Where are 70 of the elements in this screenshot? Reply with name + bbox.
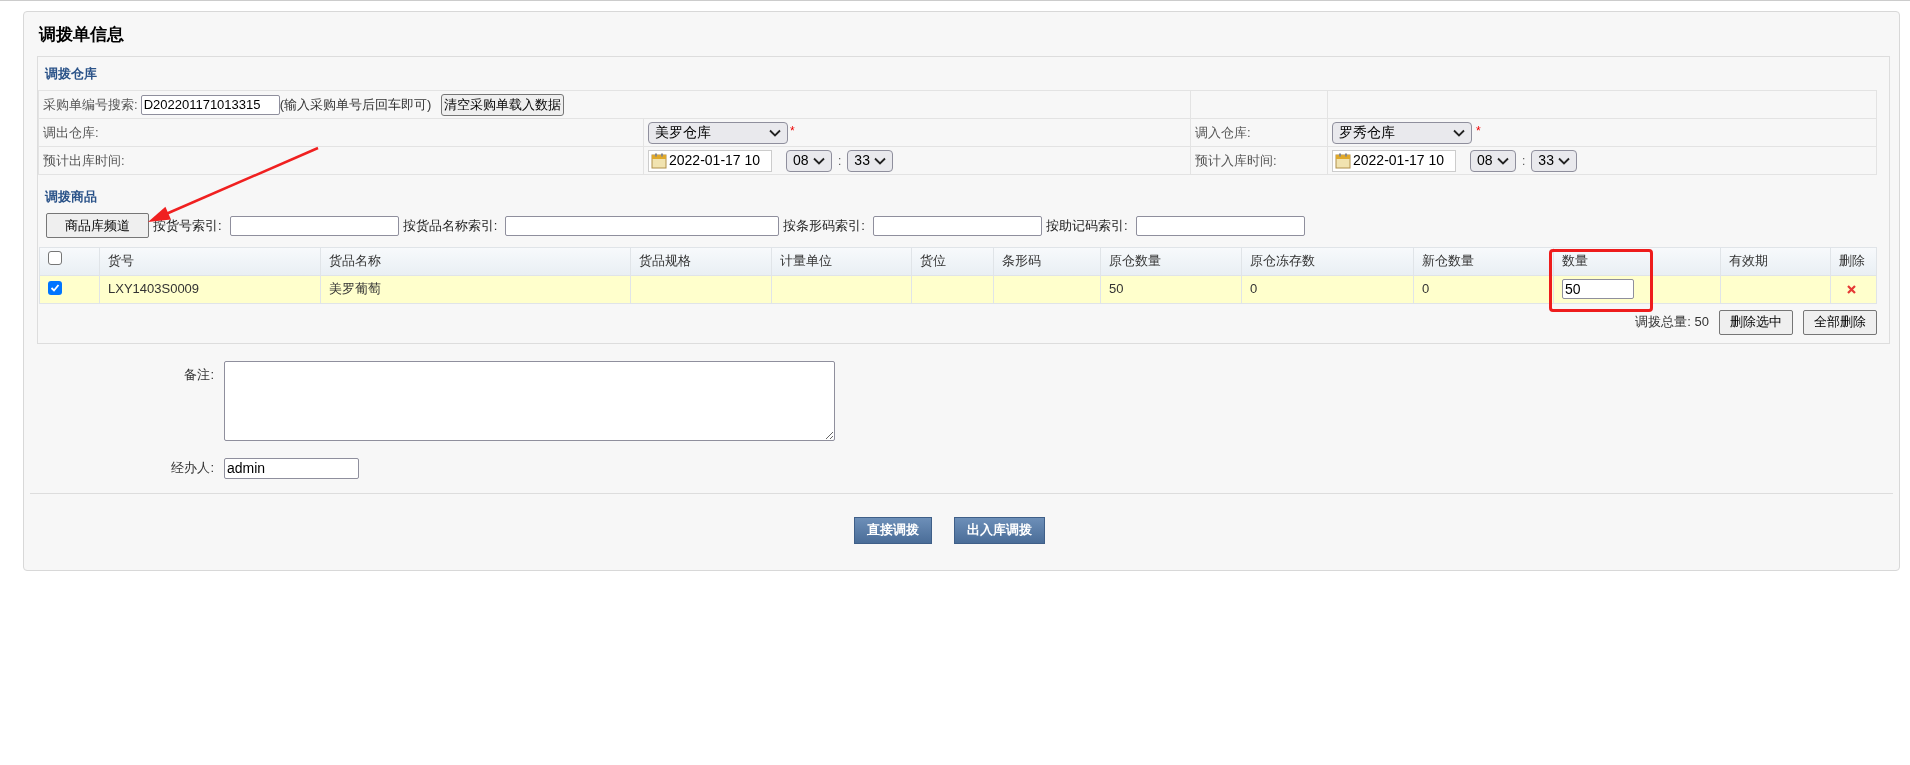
- delete-selected-button[interactable]: 删除选中: [1719, 309, 1793, 335]
- section-heading: 调拨仓库: [43, 64, 97, 83]
- caret-icon: [874, 156, 887, 165]
- outbound-date-field[interactable]: 2022-01-17 10: [648, 149, 772, 172]
- remark-field[interactable]: [224, 360, 835, 441]
- filter-label: 按货品名称索引:: [402, 216, 498, 235]
- calendar-icon: [651, 152, 667, 169]
- section-heading: 调拨商品: [43, 188, 97, 206]
- filter-label: 按助记码索引:: [1045, 216, 1128, 235]
- po-number-field[interactable]: D202201171013315: [140, 94, 280, 115]
- filter-field[interactable]: [872, 215, 1042, 236]
- inbound-date-field[interactable]: 2022-01-17 10: [1332, 149, 1456, 172]
- clear-po-button[interactable]: 清空采购单载入数据: [441, 93, 565, 116]
- field-label: 预计入库时间:: [1195, 152, 1277, 168]
- delete-all-button[interactable]: 全部删除: [1803, 309, 1877, 335]
- calendar-icon: [1335, 152, 1351, 169]
- inout-transfer-button[interactable]: 出入库调拨: [954, 516, 1045, 544]
- caret-icon: [813, 156, 825, 165]
- column-header: 货品名称: [329, 253, 381, 269]
- table-cell: 0: [1422, 281, 1430, 297]
- delete-icon[interactable]: [1847, 284, 1856, 294]
- checkbox[interactable]: [48, 281, 62, 296]
- field-label: 经办人:: [170, 459, 215, 478]
- column-header: 原仓冻存数: [1250, 253, 1315, 269]
- total-quantity: 调拨总量: 50: [1635, 313, 1709, 332]
- hour-select[interactable]: 08: [1470, 149, 1516, 172]
- field-label: 调入仓库:: [1195, 124, 1251, 140]
- column-header: 货号: [108, 253, 134, 269]
- target-warehouse-select[interactable]: 罗秀仓库: [1332, 121, 1472, 144]
- filter-label: 按条形码索引:: [783, 216, 865, 235]
- table-cell: 50: [1109, 281, 1124, 297]
- table-cell: LXY1403S0009: [108, 281, 200, 297]
- column-header: 货品规格: [639, 253, 691, 269]
- filter-label: 按货号索引:: [153, 216, 222, 235]
- page-title: 调拨单信息: [37, 24, 124, 46]
- required-mark: *: [1476, 122, 1481, 140]
- column-header: 货位: [920, 253, 946, 269]
- time-separator: :: [838, 152, 842, 170]
- column-header: 删除: [1839, 253, 1865, 269]
- handler-field[interactable]: admin: [224, 457, 359, 479]
- quantity-field[interactable]: 50: [1562, 279, 1634, 299]
- field-label: 备注:: [183, 365, 215, 384]
- filter-field[interactable]: [1135, 215, 1305, 236]
- source-warehouse-select[interactable]: 美罗仓库: [648, 121, 788, 144]
- column-header: 条形码: [1002, 253, 1041, 269]
- field-label: 预计出库时间:: [43, 152, 125, 168]
- column-header: 数量: [1562, 253, 1588, 269]
- caret-icon: [769, 128, 781, 137]
- direct-transfer-button[interactable]: 直接调拨: [854, 516, 932, 544]
- column-header: 原仓数量: [1109, 253, 1161, 269]
- minute-select[interactable]: 33: [1531, 149, 1578, 172]
- caret-icon: [1497, 156, 1509, 165]
- column-header: 新仓数量: [1422, 253, 1474, 269]
- table-cell: 0: [1250, 281, 1258, 297]
- checkbox[interactable]: [48, 251, 62, 266]
- hour-select[interactable]: 08: [786, 149, 832, 172]
- required-mark: *: [790, 122, 795, 140]
- filter-field[interactable]: [229, 215, 399, 236]
- field-label: 调出仓库:: [43, 124, 99, 140]
- product-channel-button[interactable]: 商品库频道: [46, 213, 149, 238]
- time-separator: :: [1522, 152, 1526, 170]
- column-header: 有效期: [1729, 253, 1768, 269]
- minute-select[interactable]: 33: [847, 149, 894, 172]
- table-cell: 美罗葡萄: [329, 281, 381, 297]
- field-label: 采购单编号搜索:: [43, 95, 138, 114]
- hint-text: (输入采购单号后回车即可): [279, 95, 432, 114]
- caret-icon: [1453, 128, 1465, 137]
- column-header: 计量单位: [780, 253, 832, 269]
- filter-field[interactable]: [505, 215, 780, 236]
- caret-icon: [1558, 156, 1571, 165]
